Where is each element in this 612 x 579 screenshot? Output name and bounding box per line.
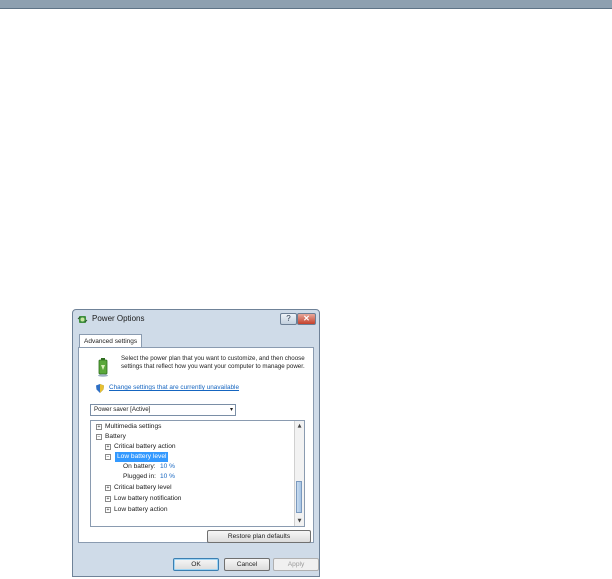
close-button[interactable]: ✕ bbox=[297, 313, 316, 325]
setting-label: On battery: bbox=[123, 463, 156, 470]
setting-label: Plugged in: bbox=[123, 473, 156, 480]
scroll-up-icon[interactable]: ▲ bbox=[296, 422, 303, 430]
tree-item-multimedia[interactable]: + Multimedia settings bbox=[91, 422, 291, 432]
plugged-in-value[interactable]: 10 % bbox=[160, 472, 175, 482]
battery-plan-icon bbox=[98, 358, 108, 377]
tree-item-label-selected: Low battery level bbox=[115, 452, 169, 462]
tree-item-critical-battery-level[interactable]: + Critical battery level bbox=[91, 483, 291, 493]
power-options-icon bbox=[77, 316, 88, 323]
ok-button[interactable]: OK bbox=[173, 558, 219, 571]
tree-item-label: Battery bbox=[105, 433, 126, 440]
selected-plan: Power saver [Active] bbox=[94, 406, 151, 413]
tree-item-low-battery-notification[interactable]: + Low battery notification bbox=[91, 494, 291, 504]
help-button[interactable]: ? bbox=[280, 313, 297, 325]
title-bar[interactable]: Power Options ? ✕ bbox=[73, 310, 319, 330]
description-text: Select the power plan that you want to c… bbox=[121, 355, 305, 371]
page-header-bar bbox=[0, 0, 612, 9]
expand-icon[interactable]: + bbox=[105, 444, 111, 450]
power-plan-select[interactable]: Power saver [Active] ▾ bbox=[90, 404, 236, 416]
apply-button[interactable]: Apply bbox=[273, 558, 319, 571]
cancel-button[interactable]: Cancel bbox=[224, 558, 270, 571]
scroll-down-icon[interactable]: ▼ bbox=[296, 517, 303, 525]
power-options-dialog: Power Options ? ✕ Advanced settings Sele… bbox=[72, 309, 320, 577]
tree-item-label: Critical battery action bbox=[114, 443, 176, 450]
restore-plan-defaults-button[interactable]: Restore plan defaults bbox=[207, 530, 311, 543]
expand-icon[interactable]: + bbox=[96, 424, 102, 430]
change-settings-link[interactable]: Change settings that are currently unava… bbox=[109, 384, 239, 391]
shield-icon bbox=[96, 384, 104, 393]
expand-icon[interactable]: + bbox=[105, 507, 111, 513]
tree-scrollbar[interactable]: ▲ ▼ bbox=[294, 421, 304, 526]
setting-plugged-in[interactable]: Plugged in: 10 % bbox=[91, 472, 291, 482]
tree-item-low-battery-level[interactable]: − Low battery level bbox=[91, 452, 291, 462]
tree-item-label: Multimedia settings bbox=[105, 423, 162, 430]
expand-icon[interactable]: + bbox=[105, 496, 111, 502]
collapse-icon[interactable]: − bbox=[96, 434, 102, 440]
window-title: Power Options bbox=[92, 314, 145, 323]
tab-advanced-settings[interactable]: Advanced settings bbox=[79, 334, 143, 348]
advanced-settings-panel: Select the power plan that you want to c… bbox=[78, 347, 314, 543]
expand-icon[interactable]: + bbox=[105, 485, 111, 491]
tree-item-label: Low battery action bbox=[114, 506, 168, 513]
collapse-icon[interactable]: − bbox=[105, 454, 111, 460]
tree-item-label: Critical battery level bbox=[114, 484, 172, 491]
tree-item-battery[interactable]: − Battery bbox=[91, 432, 291, 442]
setting-on-battery[interactable]: On battery: 10 % bbox=[91, 462, 291, 472]
chevron-down-icon: ▾ bbox=[229, 407, 233, 413]
tree-item-critical-battery-action[interactable]: + Critical battery action bbox=[91, 442, 291, 452]
settings-tree[interactable]: + Multimedia settings − Battery + Critic… bbox=[90, 420, 305, 527]
tree-item-label: Low battery notification bbox=[114, 495, 182, 502]
tree-item-low-battery-action[interactable]: + Low battery action bbox=[91, 505, 291, 515]
on-battery-value[interactable]: 10 % bbox=[160, 462, 175, 472]
scrollbar-thumb[interactable] bbox=[296, 481, 302, 513]
